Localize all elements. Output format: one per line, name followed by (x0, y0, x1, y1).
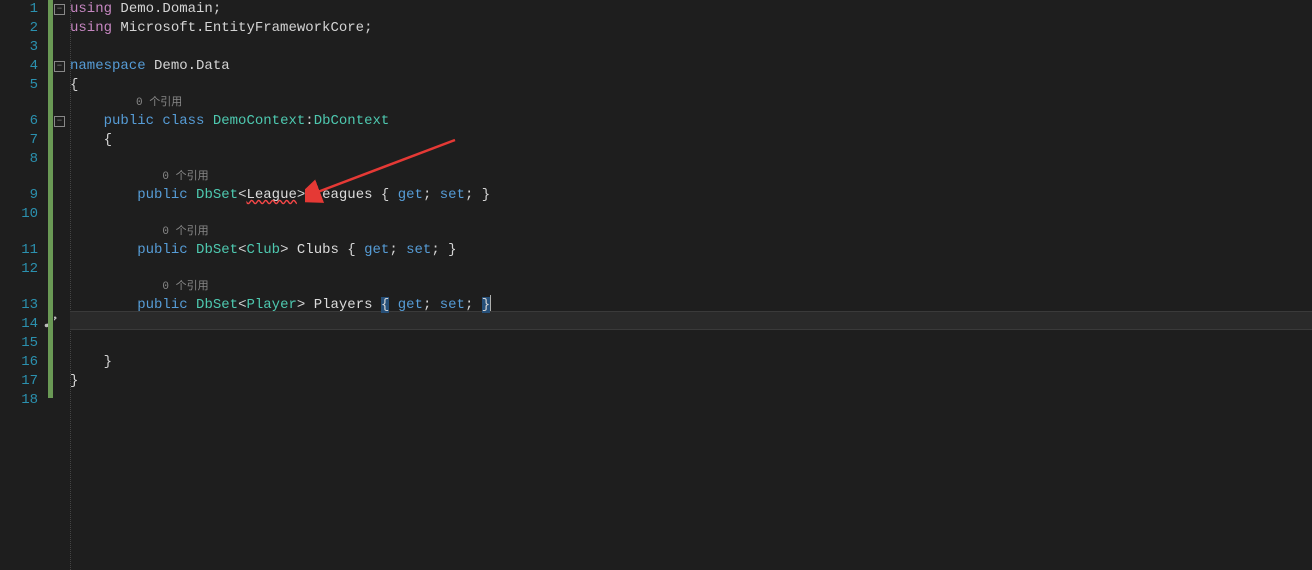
keyword-public: public (104, 113, 154, 129)
keyword-using: using (70, 20, 112, 36)
type-league-error: League (246, 187, 296, 203)
matching-brace-close: } (482, 297, 490, 313)
line-number: 1 (0, 0, 38, 19)
text-cursor (490, 295, 491, 311)
annotation-arrow-icon (305, 135, 465, 215)
code-line[interactable]: public DbSet<League> Leagues { get; set;… (70, 186, 1312, 205)
code-line[interactable]: public DbSet<Club> Clubs { get; set; } (70, 241, 1312, 260)
code-line-current[interactable]: public DbSet<Player> Players { get; set;… (70, 296, 1312, 315)
line-number: 11 (0, 241, 38, 260)
line-number-gutter: 1 2 3 4 5 6 7 8 9 10 11 12 13 14 15 16 1… (0, 0, 48, 570)
line-number: 5 (0, 76, 38, 95)
line-number: 3 (0, 38, 38, 57)
line-number: 18 (0, 391, 38, 410)
codelens-references[interactable]: 0 个引用 (70, 169, 1312, 186)
keyword-class: class (154, 113, 204, 129)
prop-clubs: Clubs (288, 242, 347, 258)
line-number: 16 (0, 353, 38, 372)
code-line[interactable]: { (70, 131, 1312, 150)
line-number: 8 (0, 150, 38, 169)
codelens-references[interactable]: 0 个引用 (70, 279, 1312, 296)
class-name: DemoContext (204, 113, 305, 129)
codelens-references[interactable]: 0 个引用 (70, 224, 1312, 241)
namespace-ref: Microsoft.EntityFrameworkCore (112, 20, 364, 36)
code-line[interactable]: namespace Demo.Data (70, 57, 1312, 76)
namespace-ref: Demo.Domain (112, 1, 213, 17)
fold-toggle-icon[interactable]: − (54, 4, 65, 15)
code-line[interactable] (70, 315, 1312, 334)
type-dbset: DbSet (196, 187, 238, 203)
keyword-using: using (70, 1, 112, 17)
code-line[interactable] (70, 38, 1312, 57)
code-editor[interactable]: 1 2 3 4 5 6 7 8 9 10 11 12 13 14 15 16 1… (0, 0, 1312, 570)
line-number: 15 (0, 334, 38, 353)
fold-toggle-icon[interactable]: − (54, 61, 65, 72)
line-number: 12 (0, 260, 38, 279)
line-number: 10 (0, 205, 38, 224)
line-number: 9 (0, 186, 38, 205)
changed-lines-marker (48, 0, 53, 398)
namespace-name: Demo.Data (146, 58, 230, 74)
code-line[interactable]: public class DemoContext:DbContext (70, 112, 1312, 131)
base-class: DbContext (314, 113, 390, 129)
codelens-references[interactable]: 0 个引用 (70, 95, 1312, 112)
type-club: Club (246, 242, 280, 258)
fold-column: − − − (54, 0, 70, 570)
prop-players: Players (305, 297, 381, 313)
line-number: 7 (0, 131, 38, 150)
code-line[interactable]: { (70, 76, 1312, 95)
line-number: 6 (0, 112, 38, 131)
keyword-namespace: namespace (70, 58, 146, 74)
code-area[interactable]: using Demo.Domain; using Microsoft.Entit… (70, 0, 1312, 570)
code-line[interactable]: using Microsoft.EntityFrameworkCore; (70, 19, 1312, 38)
code-line[interactable] (70, 391, 1312, 410)
code-line[interactable] (70, 205, 1312, 224)
code-line[interactable] (70, 334, 1312, 353)
code-line[interactable] (70, 150, 1312, 169)
code-line[interactable] (70, 260, 1312, 279)
line-number: 14 (0, 315, 38, 334)
line-number: 13 (0, 296, 38, 315)
line-number: 17 (0, 372, 38, 391)
type-player: Player (246, 297, 296, 313)
code-line[interactable]: } (70, 353, 1312, 372)
fold-toggle-icon[interactable]: − (54, 116, 65, 127)
line-number: 2 (0, 19, 38, 38)
code-line[interactable]: } (70, 372, 1312, 391)
line-number: 4 (0, 57, 38, 76)
code-line[interactable]: using Demo.Domain; (70, 0, 1312, 19)
